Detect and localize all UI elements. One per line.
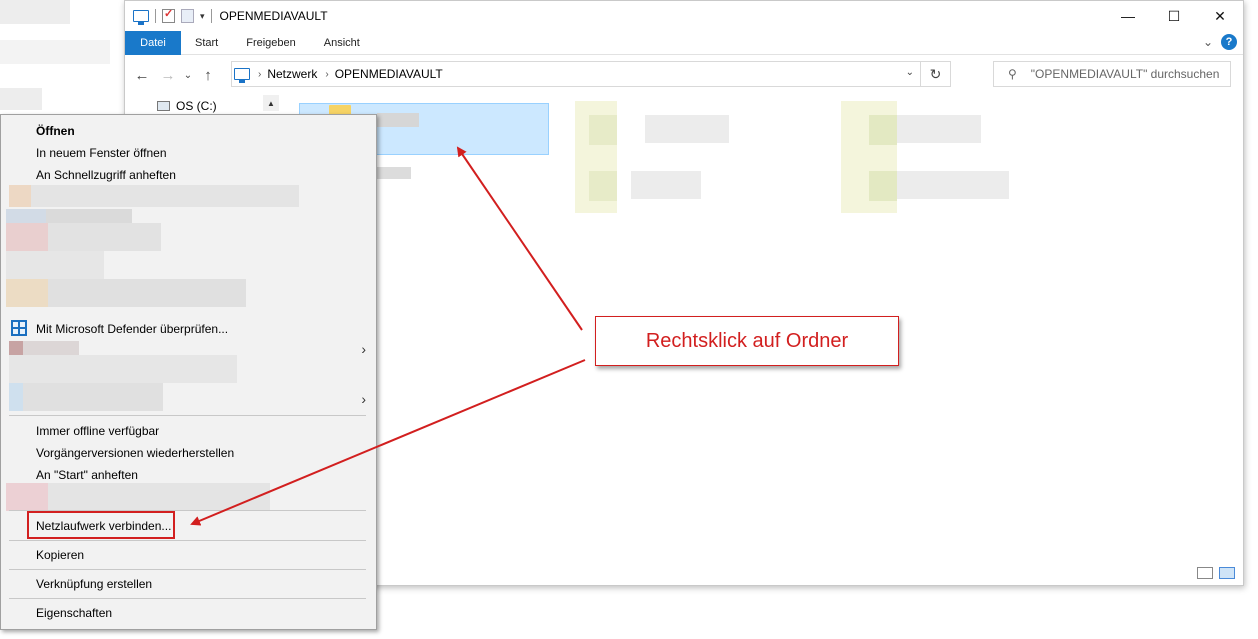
arrow-to-folder (456, 146, 583, 331)
arrow-to-menu-item (190, 359, 586, 526)
annotation-callout: Rechtsklick auf Ordner (595, 316, 899, 366)
screen: ▾ OPENMEDIAVAULT — ☐ ✕ Datei Start Freig… (0, 0, 1258, 639)
